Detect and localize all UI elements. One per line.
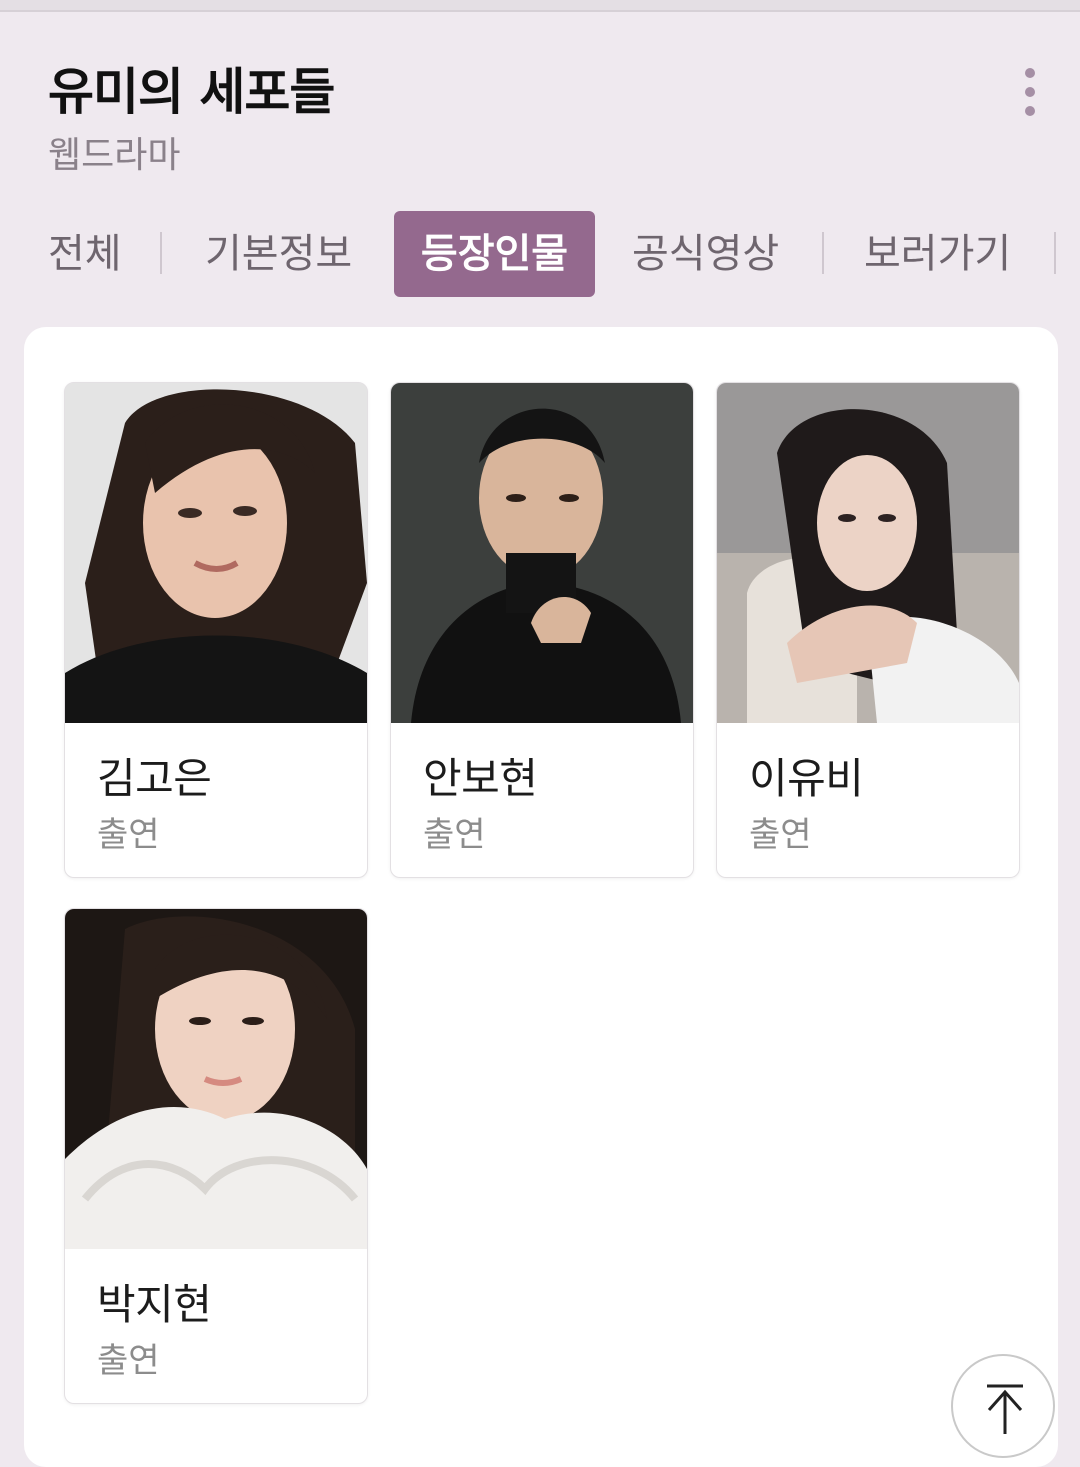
tab-bar: 전체 기본정보 등장인물 공식영상 보러가기 <box>0 211 1080 297</box>
tab-official-video[interactable]: 공식영상 <box>632 211 779 297</box>
cast-role: 출연 <box>423 815 486 855</box>
cast-name: 김고은 <box>97 754 212 803</box>
cast-photo <box>65 909 367 1249</box>
more-options-button[interactable] <box>1010 64 1050 120</box>
cast-card[interactable]: 박지현 출연 <box>64 908 368 1404</box>
more-vertical-icon-dot <box>1025 87 1035 97</box>
cast-photo <box>717 383 1019 723</box>
page-title: 유미의 세포들 <box>48 63 335 121</box>
cast-name: 이유비 <box>749 754 864 803</box>
cast-role: 출연 <box>749 815 812 855</box>
cast-name: 안보현 <box>423 754 538 803</box>
cast-role: 출연 <box>97 815 160 855</box>
header: 유미의 세포들 웹드라마 <box>48 60 335 178</box>
tab-divider <box>160 232 162 274</box>
tab-basic-info[interactable]: 기본정보 <box>205 211 352 297</box>
cast-photo <box>391 383 693 723</box>
more-vertical-icon-dot <box>1025 106 1035 116</box>
cast-name: 박지현 <box>97 1280 212 1329</box>
cast-card[interactable]: 김고은 출연 <box>64 382 368 878</box>
arrow-up-to-top-icon <box>987 1384 1023 1434</box>
tab-all[interactable]: 전체 <box>48 211 122 297</box>
top-strip <box>0 0 1080 12</box>
page-subtitle: 웹드라마 <box>48 135 181 176</box>
cast-photo <box>65 383 367 723</box>
tab-watch[interactable]: 보러가기 <box>864 211 1011 297</box>
tab-divider <box>822 232 824 274</box>
scroll-to-top-button[interactable] <box>951 1354 1055 1458</box>
tab-divider <box>1054 232 1056 274</box>
cast-card[interactable]: 이유비 출연 <box>716 382 1020 878</box>
cast-panel: 김고은 출연 안보현 출연 이유비 출연 박지현 출연 <box>24 327 1058 1467</box>
cast-role: 출연 <box>97 1341 160 1381</box>
more-vertical-icon <box>1025 68 1035 78</box>
tab-characters[interactable]: 등장인물 <box>394 211 595 297</box>
cast-card[interactable]: 안보현 출연 <box>390 382 694 878</box>
